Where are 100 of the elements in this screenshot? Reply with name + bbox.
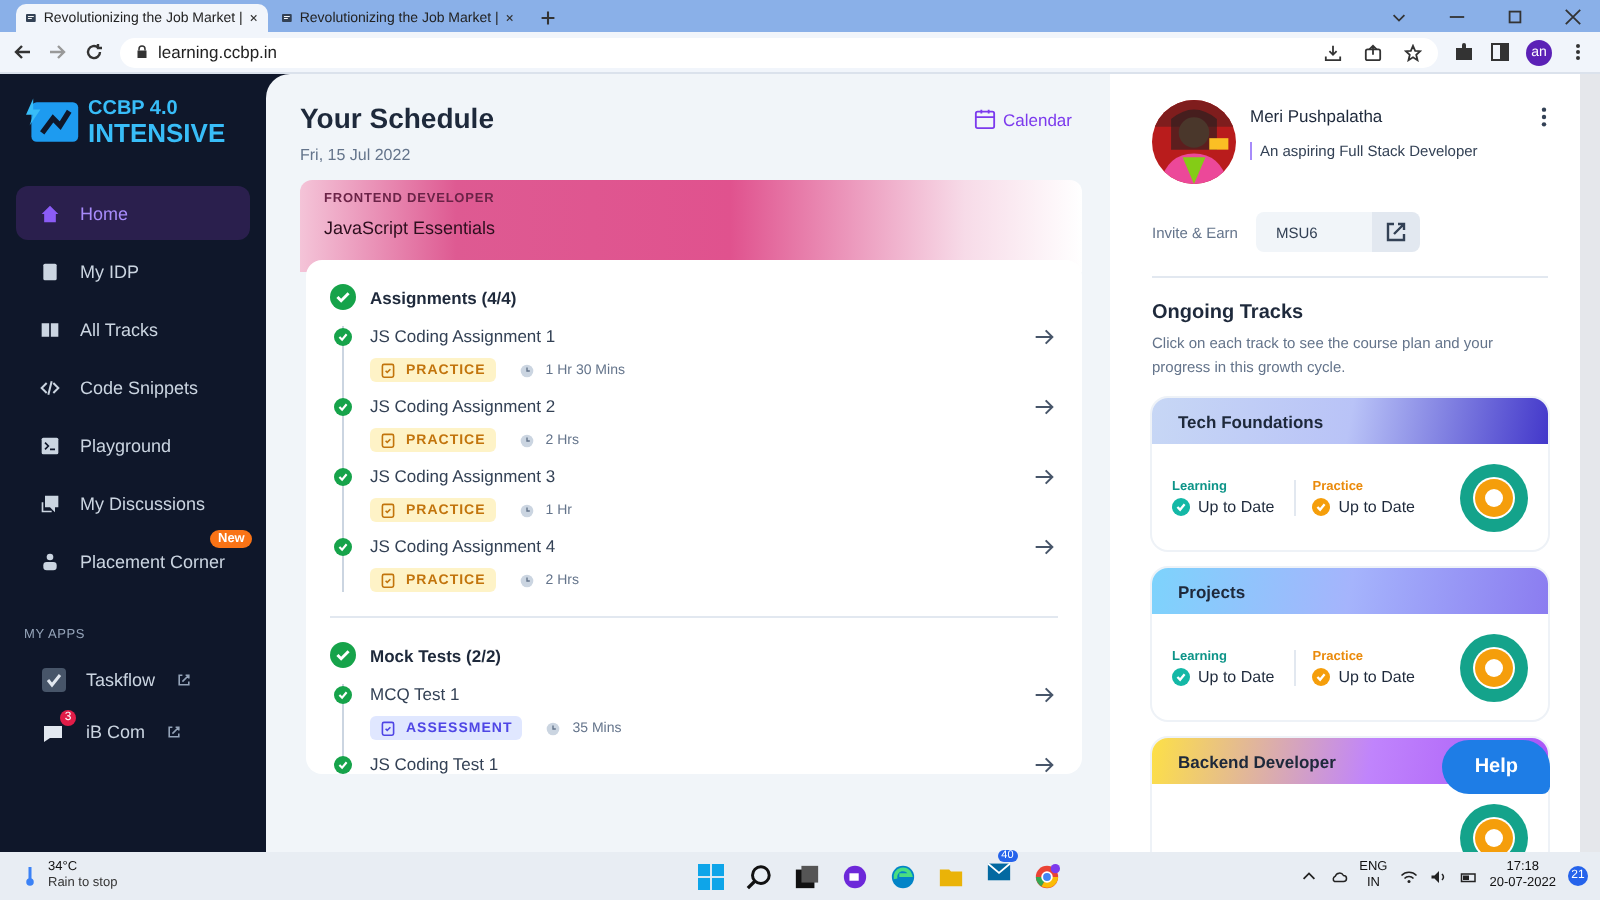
- cloud-icon[interactable]: [1329, 867, 1348, 885]
- status-value: Up to Date: [1172, 667, 1275, 685]
- address-bar[interactable]: learning.ccbp.in: [120, 37, 1438, 67]
- page-icon: [282, 10, 292, 26]
- sidebar-item[interactable]: Code Snippets: [16, 360, 250, 414]
- status-value: Up to Date: [1312, 667, 1415, 685]
- progress-ring-drawing: [1460, 633, 1528, 701]
- external-link-icon: [1383, 220, 1408, 244]
- reload-icon[interactable]: [84, 42, 104, 62]
- clock-icon: [546, 721, 561, 735]
- terminal-icon: [40, 435, 60, 455]
- clipboard-icon: [380, 502, 396, 518]
- arrow-right-icon[interactable]: [1034, 467, 1054, 485]
- clipboard-icon: [380, 572, 396, 588]
- status-value: Up to Date: [1172, 497, 1275, 515]
- help-button[interactable]: Help: [1442, 740, 1550, 794]
- close-icon[interactable]: [506, 12, 514, 24]
- task-title[interactable]: MCQ Test 1: [370, 684, 460, 704]
- track-name: Backend Developer: [1178, 751, 1336, 771]
- close-icon[interactable]: [1564, 8, 1582, 26]
- sidebar-item[interactable]: All Tracks: [16, 302, 250, 356]
- share-icon[interactable]: [1364, 43, 1382, 61]
- progress-ring-drawing: [1460, 463, 1528, 531]
- calendar-link[interactable]: Calendar: [973, 108, 1072, 130]
- page-title: Your Schedule: [300, 102, 494, 134]
- download-icon[interactable]: [1324, 43, 1342, 61]
- chat-icon: [40, 493, 60, 513]
- app-link[interactable]: Taskflow: [16, 654, 250, 706]
- logo-text: INTENSIVE: [88, 119, 226, 145]
- track-name: Projects: [1178, 581, 1246, 601]
- track-name: Tech Foundations: [1178, 411, 1324, 431]
- book-icon: [40, 319, 60, 339]
- section-title: Ongoing Tracks: [1152, 302, 1306, 324]
- arrow-right-icon[interactable]: [1034, 397, 1054, 415]
- clock-icon: [519, 503, 534, 517]
- status-value: Up to Date: [1312, 497, 1415, 515]
- lock-icon: [136, 44, 148, 60]
- logo-text: CCBP 4.0: [88, 99, 180, 119]
- sidebar-item[interactable]: My IDP: [16, 244, 250, 298]
- task-title[interactable]: JS Coding Assignment 3: [370, 466, 556, 486]
- document-icon: [40, 261, 60, 281]
- clipboard-icon: [380, 720, 396, 736]
- more-icon[interactable]: [1540, 106, 1548, 128]
- person-icon: [40, 551, 60, 571]
- clipboard-icon: [380, 362, 396, 378]
- page-icon: [26, 10, 36, 26]
- clipboard-icon: [380, 432, 396, 448]
- task-title[interactable]: JS Coding Assignment 1: [370, 326, 556, 346]
- maximize-icon[interactable]: [1506, 8, 1524, 26]
- scrollbar[interactable]: [1580, 74, 1600, 852]
- arrow-right-icon[interactable]: [1034, 685, 1054, 703]
- user-name: Meri Pushpalatha: [1250, 106, 1385, 126]
- external-link-icon: [165, 724, 182, 740]
- check-circle-icon: [1172, 497, 1190, 515]
- forward-icon[interactable]: [48, 42, 68, 62]
- sidebar-item[interactable]: My Discussions: [16, 476, 250, 530]
- logo-icon: [26, 98, 80, 146]
- sidebar-icon[interactable]: [1490, 42, 1510, 62]
- puzzle-icon[interactable]: [1454, 42, 1474, 62]
- task-title[interactable]: JS Coding Test 1: [370, 754, 499, 774]
- clock-icon: [519, 433, 534, 447]
- sidebar-item[interactable]: Playground: [16, 418, 250, 472]
- chrome-icon[interactable]: [1033, 863, 1060, 889]
- chat-bubble-icon: [42, 720, 66, 744]
- sidebar-item[interactable]: Home: [16, 186, 250, 240]
- house-icon: [40, 203, 60, 223]
- check-circle-icon: [1312, 497, 1331, 515]
- battery-icon[interactable]: [1459, 867, 1478, 885]
- close-icon[interactable]: [250, 12, 258, 24]
- star-icon[interactable]: [1404, 43, 1422, 61]
- back-icon[interactable]: [12, 42, 32, 62]
- thermometer-icon: [24, 864, 36, 888]
- checkbox-icon: [42, 668, 66, 692]
- arrow-right-icon[interactable]: [1034, 327, 1054, 345]
- section-title: Assignments (4/4): [370, 287, 517, 307]
- schedule-date: Fri, 15 Jul 2022: [300, 146, 413, 164]
- clock-icon: [519, 363, 534, 377]
- clock-icon: [519, 573, 534, 587]
- wifi-icon[interactable]: [1399, 867, 1418, 885]
- mail-icon[interactable]: [985, 858, 1012, 884]
- section-title: Mock Tests (2/2): [370, 645, 502, 665]
- calendar-icon: [973, 108, 995, 130]
- course-title: JavaScript Essentials: [324, 218, 498, 238]
- code-icon: [40, 377, 60, 397]
- check-circle-icon: [1312, 667, 1331, 685]
- chat-icon[interactable]: [841, 863, 868, 889]
- chevron-up-icon[interactable]: [1299, 867, 1318, 885]
- task-title[interactable]: JS Coding Assignment 2: [370, 396, 556, 416]
- arrow-right-icon[interactable]: [1034, 755, 1054, 773]
- task-title[interactable]: JS Coding Assignment 4: [370, 536, 556, 556]
- share-button[interactable]: [1371, 212, 1420, 252]
- check-circle-icon: [1172, 667, 1190, 685]
- task-view-icon[interactable]: [793, 863, 820, 889]
- speaker-icon[interactable]: [1429, 867, 1448, 885]
- start-icon[interactable]: [697, 863, 724, 889]
- external-link-icon: [175, 672, 192, 688]
- new-tab-icon[interactable]: [540, 10, 556, 26]
- search-icon[interactable]: [745, 863, 772, 889]
- browser-icon[interactable]: [889, 863, 916, 889]
- arrow-right-icon[interactable]: [1034, 537, 1054, 555]
